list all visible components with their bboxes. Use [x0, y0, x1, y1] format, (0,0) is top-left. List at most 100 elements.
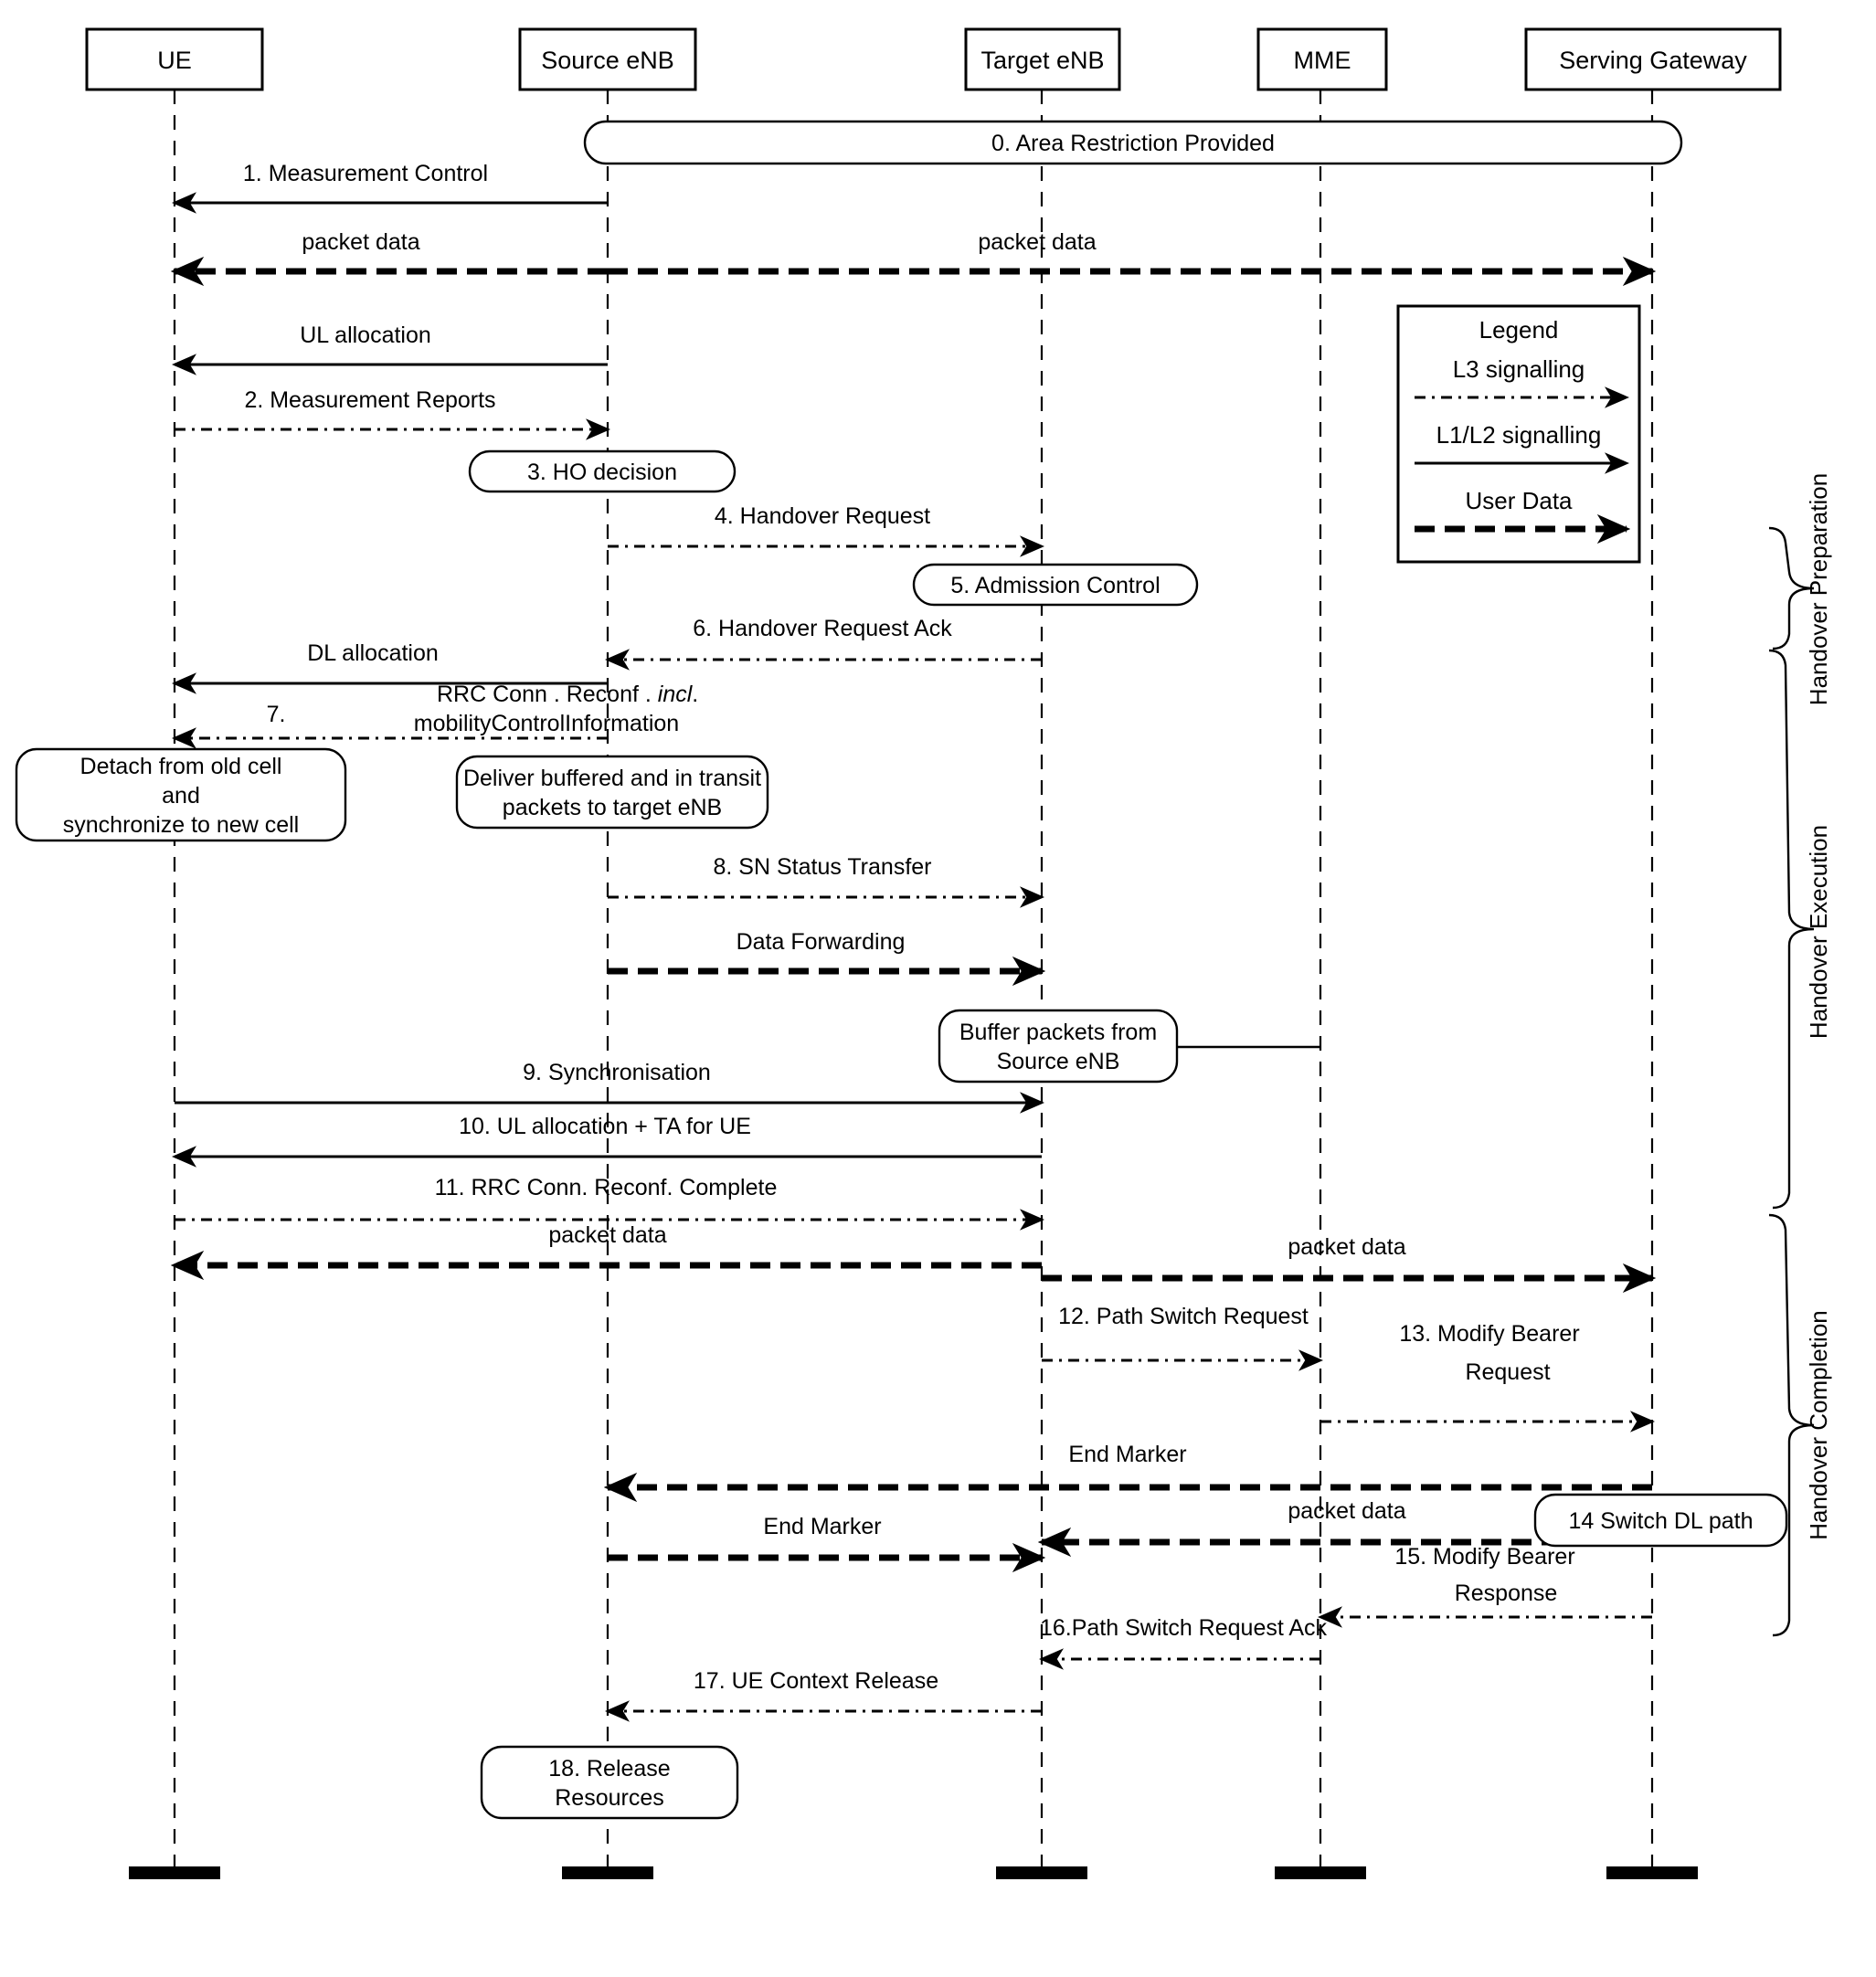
message-label-6: 4. Handover Request [715, 503, 930, 529]
diagram-svg: UE Source eNB Target eNB MME Serving Gateway… [15, 27, 1832, 1879]
action-box-line-detach-1: and [162, 783, 200, 809]
sequence-diagram-canvas: UE Source eNB Target eNB MME Serving Gateway… [0, 0, 1876, 1977]
lifeline-senb: Source eNB [518, 27, 697, 1873]
phase-brace-1: Handover Execution [1768, 649, 1832, 1210]
lifeline-terminator-senb [562, 1866, 653, 1879]
lifeline-label-tenb: Target eNB [980, 47, 1104, 74]
message-17: 12. Path Switch Request [1042, 1304, 1323, 1371]
message-1: 1. Measurement Control [172, 161, 608, 214]
action-boxes-group: 3. HO decision 5. Admission Control Detach… [15, 449, 1788, 1820]
message-16: packet data [1042, 1234, 1657, 1294]
area-restriction-group: 0. Area Restriction Provided [583, 120, 1683, 165]
message-label-12: 9. Synchronisation [523, 1060, 711, 1085]
message-label-19: Request [1465, 1359, 1550, 1385]
message-25: 16.Path Switch Request Ack [1039, 1615, 1328, 1670]
message-label-3: packet data [978, 229, 1096, 255]
phase-braces-group: Handover Preparation Handover Execution Ha… [1768, 473, 1832, 1637]
area-restriction-label: 0. Area Restriction Provided [991, 131, 1275, 156]
lifeline-terminator-mme [1275, 1866, 1366, 1879]
message-label-4: UL allocation [300, 322, 431, 348]
message-26: 17. UE Context Release [605, 1668, 1042, 1722]
lifeline-tenb: Target eNB [964, 27, 1121, 1873]
message-24: Response [1455, 1581, 1558, 1606]
message-7-number: 7. [267, 702, 286, 727]
message-label-13: 10. UL allocation + TA for UE [459, 1114, 751, 1139]
message-label-5: 2. Measurement Reports [244, 387, 495, 413]
action-box-line-buffer-0: Buffer packets from [959, 1020, 1157, 1045]
action-box-line-ho-decision-0: 3. HO decision [527, 460, 677, 485]
action-box-line-release-1: Resources [555, 1785, 664, 1811]
action-box-line-deliver-0: Deliver buffered and in transit [463, 766, 761, 791]
message-label-25: 16.Path Switch Request Ack [1040, 1615, 1328, 1641]
phase-brace-2: Handover Completion [1768, 1213, 1832, 1637]
action-box-deliver: Deliver buffered and in transit packets t… [455, 755, 769, 830]
lifeline-terminator-ue [129, 1866, 220, 1879]
message-label-17: 12. Path Switch Request [1058, 1304, 1309, 1329]
message-label-1: 1. Measurement Control [243, 161, 488, 186]
legend-group: Legend L3 signalling L1/L2 signalling User … [1396, 304, 1641, 564]
message-label-15: packet data [548, 1222, 666, 1248]
action-box-admission: 5. Admission Control [912, 563, 1199, 607]
message-22: End Marker [608, 1514, 1046, 1573]
message-label-14: 11. RRC Conn. Reconf. Complete [435, 1175, 778, 1200]
message-label-23: 15. Modify Bearer [1394, 1544, 1574, 1570]
legend-item-label-l3: L3 signalling [1453, 355, 1585, 383]
action-box-line-detach-2: synchronize to new cell [63, 812, 299, 838]
phase-label-2: Handover Completion [1805, 1310, 1832, 1539]
legend-item-label-l1l2: L1/L2 signalling [1436, 421, 1602, 449]
lifeline-label-senb: Source eNB [541, 47, 674, 74]
legend-box: Legend L3 signalling L1/L2 signalling User … [1396, 304, 1641, 564]
message-3: packet data [608, 229, 1657, 287]
lifeline-terminator-tenb [996, 1866, 1087, 1879]
lifeline-mme: MME [1256, 27, 1388, 1873]
lifeline-terminators-group [129, 1866, 1698, 1879]
message-label-8: DL allocation [307, 640, 439, 666]
message-label-20: End Marker [1068, 1442, 1186, 1467]
message-label-16: packet data [1288, 1234, 1405, 1260]
message-15: packet data [170, 1222, 1042, 1281]
message-19: Request [1465, 1359, 1550, 1385]
lifeline-label-ue: UE [157, 47, 192, 74]
action-box-ho-decision: 3. HO decision [468, 449, 737, 493]
lifeline-label-sgw: Serving Gateway [1559, 47, 1747, 74]
message-label-24: Response [1455, 1581, 1558, 1606]
action-box-line-release-0: 18. Release [548, 1756, 670, 1781]
message-7-label: 7. RRC Conn . Reconf . incl. mobilityContr… [267, 682, 699, 736]
message-2: packet data [170, 229, 608, 287]
lifeline-terminator-sgw [1606, 1866, 1698, 1879]
action-box-detach: Detach from old cell and synchronize to ne… [15, 747, 347, 842]
action-box-switch-dl: 14 Switch DL path [1533, 1493, 1788, 1548]
message-11: Data Forwarding [608, 929, 1046, 987]
lifeline-label-mme: MME [1294, 47, 1351, 74]
phase-brace-0: Handover Preparation [1768, 473, 1832, 705]
phase-label-1: Handover Execution [1805, 825, 1832, 1039]
action-box-line-deliver-1: packets to target eNB [503, 795, 722, 820]
action-box-line-buffer-1: Source eNB [997, 1049, 1120, 1074]
action-box-line-switch-dl-0: 14 Switch DL path [1569, 1508, 1754, 1534]
legend-title: Legend [1479, 316, 1559, 344]
action-box-line-admission-0: 5. Admission Control [950, 573, 1160, 598]
action-box-line-detach-0: Detach from old cell [80, 754, 282, 779]
message-label-18: 13. Modify Bearer [1399, 1321, 1579, 1347]
message-5: 2. Measurement Reports [175, 387, 610, 440]
area-restriction-bar: 0. Area Restriction Provided [583, 120, 1683, 165]
message-8: DL allocation [172, 640, 608, 694]
action-box-buffer: Buffer packets from Source eNB [938, 1009, 1179, 1084]
message-label-26: 17. UE Context Release [694, 1668, 938, 1694]
message-10: 8. SN Status Transfer [608, 854, 1044, 908]
message-label-11: Data Forwarding [737, 929, 906, 955]
lifeline-ue: UE [85, 27, 264, 1873]
message-label-10: 8. SN Status Transfer [714, 854, 932, 880]
message-label-2: packet data [302, 229, 419, 255]
message-7: 6. Handover Request Ack [605, 616, 1042, 671]
message-6: 4. Handover Request [608, 503, 1044, 557]
message-label-21: packet data [1288, 1498, 1405, 1524]
legend-item-label-user: User Data [1465, 487, 1573, 514]
message-label-22: End Marker [763, 1514, 881, 1539]
message-7-line1: RRC Conn . Reconf . incl. [437, 682, 698, 707]
phase-label-0: Handover Preparation [1805, 473, 1832, 705]
message-14: 11. RRC Conn. Reconf. Complete [175, 1175, 1044, 1231]
message-label-7: 6. Handover Request Ack [693, 616, 952, 641]
message-4: UL allocation [172, 322, 608, 375]
message-7-line2: mobilityControlInformation [414, 711, 679, 736]
